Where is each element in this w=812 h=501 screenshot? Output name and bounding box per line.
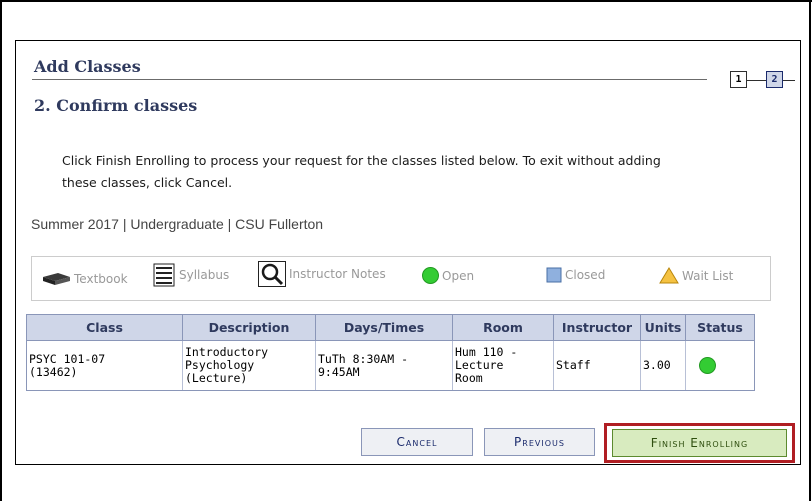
legend-instructor-notes: Instructor Notes: [258, 261, 386, 287]
cell-status: [686, 341, 754, 390]
column-header-description: Description: [183, 315, 316, 341]
wait-list-icon: [659, 267, 679, 284]
step-connector-tail: [783, 80, 795, 81]
syllabus-icon: [153, 263, 175, 287]
legend-textbook-label: Textbook: [74, 272, 128, 286]
term-info: Summer 2017 | Undergraduate | CSU Fuller…: [31, 216, 324, 232]
magnifier-icon: [258, 261, 286, 287]
page-title: Add Classes: [34, 57, 141, 76]
column-header-class: Class: [27, 315, 183, 341]
step-subtitle: 2. Confirm classes: [34, 96, 198, 115]
cancel-button[interactable]: Cancel: [361, 428, 473, 456]
open-status-icon: [699, 357, 716, 374]
cell-room: Hum 110 - Lecture Room: [453, 341, 554, 390]
step-connector: [747, 80, 766, 81]
legend-textbook: Textbook: [42, 272, 128, 286]
legend-closed: Closed: [546, 267, 605, 283]
legend-wait-list-label: Wait List: [682, 268, 734, 283]
open-status-icon: [422, 267, 439, 284]
instructions-text: Click Finish Enrolling to process your r…: [62, 153, 661, 190]
column-header-instructor: Instructor: [554, 315, 641, 341]
column-header-units: Units: [641, 315, 686, 341]
title-divider: [32, 79, 707, 80]
column-header-status: Status: [686, 315, 754, 341]
column-header-room: Room: [453, 315, 554, 341]
frame-left-border: [0, 0, 2, 501]
legend-open-label: Open: [442, 268, 475, 283]
cell-description: Introductory Psychology (Lecture): [183, 341, 316, 390]
frame-right-border: [809, 0, 811, 501]
step-1-indicator: 1: [730, 71, 747, 88]
step-2-indicator: 2: [766, 71, 783, 88]
legend-syllabus-label: Syllabus: [179, 268, 230, 282]
legend-closed-label: Closed: [565, 268, 606, 282]
cell-units: 3.00: [641, 341, 686, 390]
icon-legend: Textbook Syllabus Instructor Notes Open …: [31, 256, 771, 301]
closed-status-icon: [546, 267, 562, 283]
legend-open: Open: [422, 267, 474, 284]
finish-enrolling-button[interactable]: Finish Enrolling: [612, 429, 787, 457]
frame-top-border: [0, 0, 812, 2]
column-header-days-times: Days/Times: [316, 315, 453, 341]
classes-table: Class Description Days/Times Room Instru…: [26, 314, 755, 391]
cell-days-times: TuTh 8:30AM - 9:45AM: [316, 341, 453, 390]
legend-wait-list: Wait List: [659, 267, 733, 284]
textbook-icon: [43, 273, 70, 285]
legend-syllabus: Syllabus: [152, 263, 229, 287]
cell-instructor: Staff: [554, 341, 641, 390]
legend-instructor-notes-label: Instructor Notes: [289, 267, 386, 281]
cell-class: PSYC 101-07 (13462): [27, 341, 183, 390]
previous-button[interactable]: Previous: [484, 428, 595, 456]
